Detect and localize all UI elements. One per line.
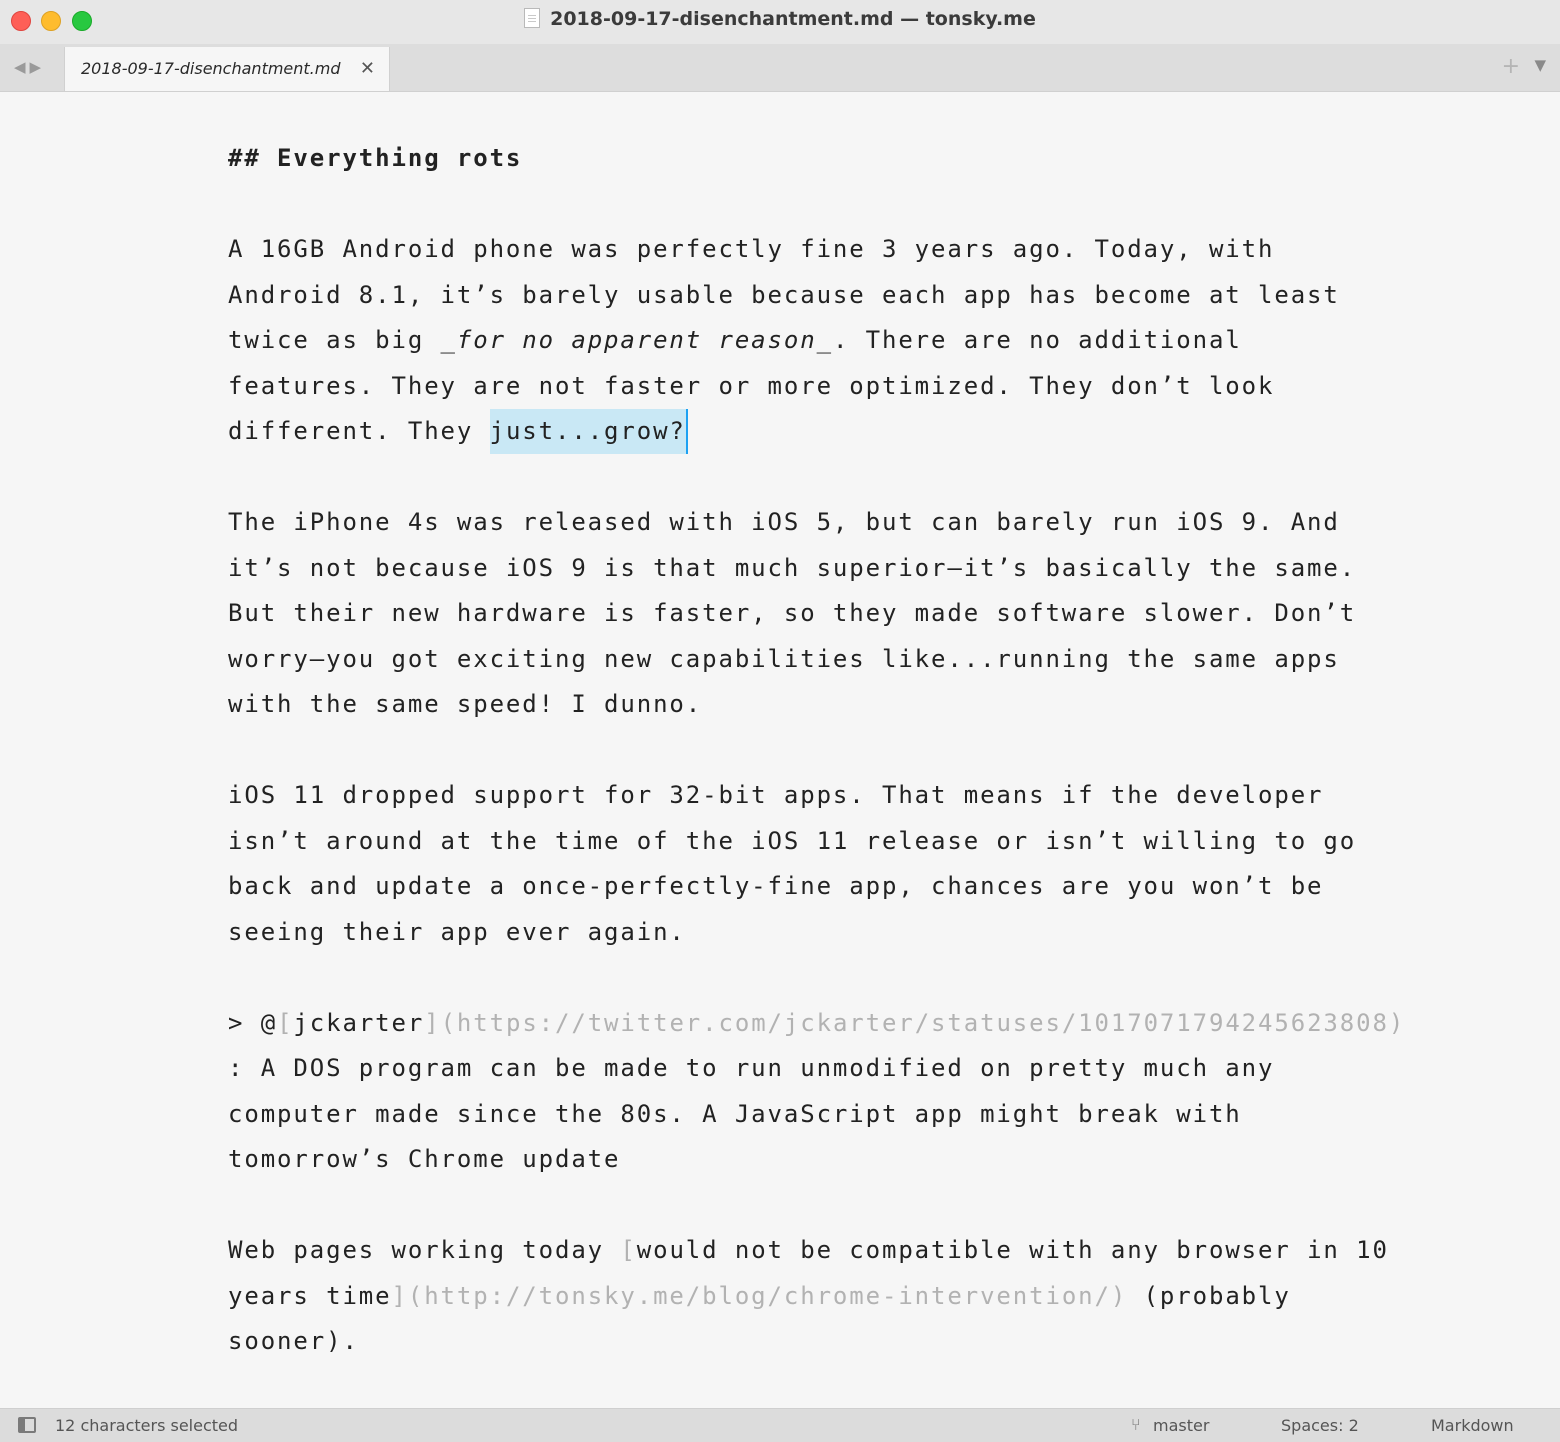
link-text: jckarter — [293, 1008, 425, 1037]
text-line: seeing their app ever again. — [228, 917, 686, 946]
status-bar: 12 characters selected ⑂ master Spaces: … — [0, 1408, 1560, 1442]
text-span: twice as big — [228, 326, 441, 354]
title-bar: 2018-09-17-disenchantment.md — tonsky.me — [0, 0, 1560, 44]
new-tab-icon[interactable]: + — [1502, 54, 1520, 79]
text-line: A 16GB Android phone was perfectly fine … — [228, 235, 1275, 263]
git-branch-icon: ⑂ — [1131, 1415, 1141, 1434]
tab-menu-icon[interactable]: ▼ — [1534, 56, 1546, 74]
link-bracket: [ — [277, 1008, 294, 1037]
text-line: The iPhone 4s was released with iOS 5, b… — [228, 508, 1340, 536]
link-text: years time — [228, 1281, 392, 1310]
window-title: 2018-09-17-disenchantment.md — tonsky.me — [550, 8, 1036, 30]
emphasis-text: _for no apparent reason_ — [440, 326, 833, 354]
text-line: isn’t around at the time of the iOS 11 r… — [228, 826, 1357, 855]
blockquote-line: : A DOS program can be made to run unmod… — [228, 1054, 1275, 1082]
text-line: with the same speed! I dunno. — [228, 690, 703, 718]
indentation-setting[interactable]: Spaces: 2 — [1281, 1416, 1359, 1435]
editor-content[interactable]: ## Everything rots A 16GB Android phone … — [228, 136, 1403, 1365]
text-line: twice as big _for no apparent reason_. T… — [228, 318, 1378, 364]
link-url: ](http://tonsky.me/blog/chrome-intervent… — [391, 1281, 1128, 1310]
tab-active-file[interactable]: 2018-09-17-disenchantment.md ✕ — [64, 47, 390, 91]
sidebar-toggle-icon[interactable] — [18, 1417, 36, 1433]
selection-status: 12 characters selected — [55, 1416, 239, 1435]
editor-window: 2018-09-17-disenchantment.md — tonsky.me… — [0, 0, 1560, 1442]
quote-prefix: > @ — [228, 1008, 278, 1037]
text-line: worry—you got exciting new capabilities … — [228, 644, 1340, 673]
text-line: years time](http://tonsky.me/blog/chrome… — [228, 1274, 1378, 1320]
window-title-area: 2018-09-17-disenchantment.md — tonsky.me — [0, 8, 1560, 30]
tab-navigation: ◀▶ — [14, 58, 45, 76]
tab-bar: ◀▶ 2018-09-17-disenchantment.md ✕ + ▼ — [0, 44, 1560, 92]
text-span: . There are no additional — [832, 326, 1242, 354]
text-line: But their new hardware is faster, so the… — [228, 599, 1357, 627]
link-text: would not be compatible with any browser… — [636, 1236, 1389, 1264]
link-url: ](https://twitter.com/jckarter/statuses/… — [424, 1008, 1406, 1037]
text-line: iOS 11 dropped support for 32-bit apps. … — [228, 781, 1324, 809]
text-line: it’s not because iOS 9 is that much supe… — [228, 553, 1357, 582]
markdown-heading: ## Everything rots — [228, 144, 523, 172]
document-icon — [524, 8, 541, 28]
blockquote-line: > @[jckarter](https://twitter.com/jckart… — [228, 1001, 1403, 1047]
text-line: sooner). — [228, 1327, 359, 1355]
blockquote-line: tomorrow’s Chrome update — [228, 1145, 621, 1173]
tab-label: 2018-09-17-disenchantment.md — [81, 59, 341, 78]
text-editor[interactable]: ## Everything rots A 16GB Android phone … — [0, 92, 1560, 1408]
text-line: Web pages working today [would not be co… — [228, 1228, 1387, 1274]
forward-arrow-icon[interactable]: ▶ — [30, 58, 46, 76]
blockquote-line: computer made since the 80s. A JavaScrip… — [228, 1099, 1242, 1128]
text-line: back and update a once-perfectly-fine ap… — [228, 872, 1324, 900]
text-span: different. They — [228, 417, 490, 445]
text-span: Web pages working today — [228, 1236, 621, 1264]
link-bracket: [ — [620, 1236, 637, 1264]
text-selection[interactable]: just...grow? — [489, 409, 686, 454]
back-arrow-icon[interactable]: ◀ — [14, 58, 30, 76]
text-line: features. They are not faster or more op… — [228, 371, 1275, 400]
tab-close-icon[interactable]: ✕ — [360, 58, 375, 79]
text-line: different. They just...grow? — [228, 409, 1378, 455]
text-line: Android 8.1, it’s barely usable because … — [228, 280, 1340, 309]
text-span: (probably — [1127, 1281, 1291, 1310]
git-branch[interactable]: master — [1153, 1416, 1209, 1435]
syntax-selector[interactable]: Markdown — [1431, 1416, 1514, 1435]
